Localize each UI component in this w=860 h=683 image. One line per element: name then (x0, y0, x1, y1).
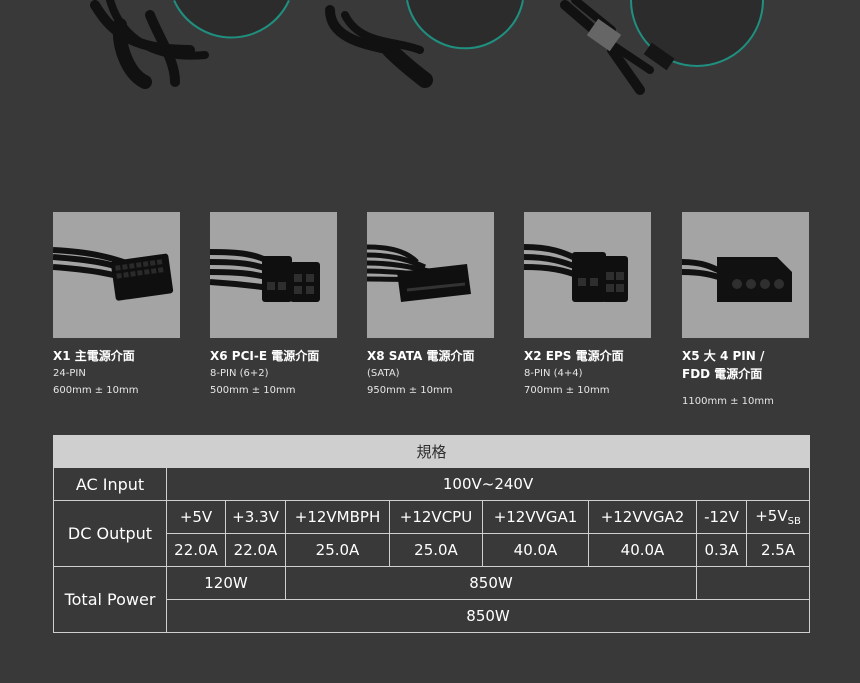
rail-header: +12VVGA2 (588, 500, 697, 534)
rail-header-subscript: SB (787, 516, 801, 527)
connector-photo-pcie (210, 212, 337, 338)
connector-pins: (SATA) (367, 368, 400, 379)
rail-header-5vsb: +5VSB (745, 500, 811, 534)
connector-title-line2: FDD 電源介面 (682, 367, 763, 381)
connector-length: 950mm ± 10mm (367, 385, 453, 396)
ac-input-value: 100V~240V (165, 467, 811, 501)
total-power-blank (695, 566, 811, 600)
connector-title: X2 EPS 電源介面 (524, 349, 624, 363)
rail-header-text: +5V (755, 507, 788, 525)
connector-cards: X1 主電源介面 24-PIN 600mm ± 10mm X6 PCI-E 電源… (53, 212, 809, 422)
connector-photo-eps (524, 212, 651, 338)
hero-cable-images (0, 0, 860, 110)
connector-card-pcie: X6 PCI-E 電源介面 8-PIN (6+2) 500mm ± 10mm (210, 212, 337, 399)
connector-pins: 8-PIN (6+2) (210, 368, 269, 379)
total-power-label: Total Power (53, 566, 167, 633)
connector-title: X6 PCI-E 電源介面 (210, 349, 320, 363)
connector-title: X8 SATA 電源介面 (367, 349, 475, 363)
rail-header: -12V (696, 500, 747, 534)
connector-length: 500mm ± 10mm (210, 385, 296, 396)
connector-card-eps: X2 EPS 電源介面 8-PIN (4+4) 700mm ± 10mm (524, 212, 651, 399)
rail-current: 25.0A (389, 533, 483, 567)
connector-length: 700mm ± 10mm (524, 385, 610, 396)
connector-card-molex: X5 大 4 PIN / FDD 電源介面 1100mm ± 10mm (682, 212, 809, 410)
ac-input-label: AC Input (53, 467, 167, 501)
rail-current: 40.0A (588, 533, 697, 567)
rail-current: 22.0A (225, 533, 286, 567)
total-power-minor: 120W (166, 566, 286, 600)
rail-header: +3.3V (225, 500, 286, 534)
connector-length: 600mm ± 10mm (53, 385, 139, 396)
rail-header: +12VCPU (389, 500, 483, 534)
dc-output-label: DC Output (53, 500, 167, 567)
spec-table: 規格 AC Input 100V~240V DC Output +5V +3.3… (52, 435, 811, 633)
connector-title: X5 大 4 PIN / (682, 349, 765, 363)
spec-heading: 規格 (52, 435, 811, 468)
rail-current: 2.5A (745, 533, 811, 567)
connector-card-24pin: X1 主電源介面 24-PIN 600mm ± 10mm (53, 212, 180, 399)
connector-photo-24pin (53, 212, 180, 338)
connector-title: X1 主電源介面 (53, 349, 135, 363)
rail-current: 25.0A (285, 533, 390, 567)
rail-header: +12VMBPH (285, 500, 390, 534)
connector-photo-sata (367, 212, 494, 338)
total-power-12v: 850W (285, 566, 697, 600)
rail-header: +12VVGA1 (482, 500, 589, 534)
rail-current: 0.3A (696, 533, 747, 567)
rail-current: 40.0A (482, 533, 589, 567)
connector-photo-molex (682, 212, 809, 338)
rail-header: +5V (166, 500, 226, 534)
total-power-combined: 850W (165, 599, 811, 633)
rail-current: 22.0A (166, 533, 226, 567)
connector-pins: 8-PIN (4+4) (524, 368, 583, 379)
connector-length: 1100mm ± 10mm (682, 396, 774, 407)
connector-card-sata: X8 SATA 電源介面 (SATA) 950mm ± 10mm (367, 212, 494, 399)
connector-pins: 24-PIN (53, 368, 86, 379)
